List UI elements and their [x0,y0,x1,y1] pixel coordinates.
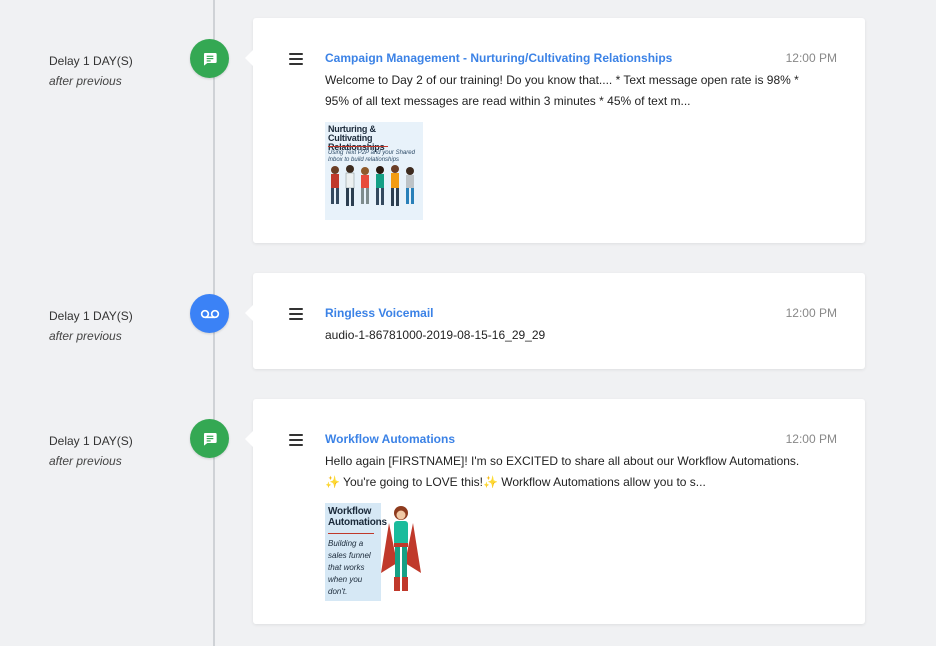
attachment-image-subtitle: Building a sales funnel that works when … [328,539,371,596]
drag-handle-icon[interactable] [289,308,303,320]
message-time: 12:00 PM [785,432,837,446]
message-preview-line: 95% of all text messages are read within… [325,94,691,108]
audio-filename: audio-1-86781000-2019-08-15-16_29_29 [325,328,546,342]
sms-node [190,419,229,458]
chat-bubble-icon [203,432,217,446]
attachment-image[interactable]: Nurturing & Cultivating Relationships Us… [325,122,423,220]
message-time: 12:00 PM [785,51,837,65]
delay-label: Delay 1 DAY(S) [49,434,133,448]
voicemail-card[interactable]: Ringless Voicemail 12:00 PM audio-1-8678… [245,273,865,369]
delay-after-label: after previous [49,454,122,468]
attachment-image-subtitle: Using Text P2P and your Shared Inbox to … [328,150,415,163]
message-time: 12:00 PM [785,306,837,320]
delay-info: Delay 1 DAY(S) after previous [49,306,133,346]
delay-label: Delay 1 DAY(S) [49,309,133,323]
message-preview: Hello again [FIRSTNAME]! I'm so EXCITED … [325,451,835,493]
delay-info: Delay 1 DAY(S) after previous [49,51,133,91]
message-preview-line: Welcome to Day 2 of our training! Do you… [325,73,799,87]
delay-label: Delay 1 DAY(S) [49,54,133,68]
drag-handle-icon[interactable] [289,53,303,65]
message-card[interactable]: Workflow Automations 12:00 PM Hello agai… [245,399,865,624]
people-illustration [331,165,414,206]
delay-info: Delay 1 DAY(S) after previous [49,431,133,471]
message-title[interactable]: Campaign Management - Nurturing/Cultivat… [325,51,672,65]
message-preview-line: ✨ You're going to LOVE this!✨ Workflow A… [325,475,706,489]
message-title[interactable]: Ringless Voicemail [325,306,434,320]
voicemail-icon [200,309,219,318]
delay-after-label: after previous [49,74,122,88]
chat-bubble-icon [203,52,217,66]
attachment-image-title: Workflow Automations [328,506,387,528]
attachment-image-title: Nurturing & Cultivating Relationships [328,124,385,152]
message-title[interactable]: Workflow Automations [325,432,455,446]
voicemail-node [190,294,229,333]
attachment-image[interactable]: Workflow Automations Building a sales fu… [325,503,423,601]
delay-after-label: after previous [49,329,122,343]
superhero-illustration [381,506,421,591]
message-preview: Welcome to Day 2 of our training! Do you… [325,70,835,112]
drag-handle-icon[interactable] [289,434,303,446]
message-card[interactable]: Campaign Management - Nurturing/Cultivat… [245,18,865,243]
message-preview-line: Hello again [FIRSTNAME]! I'm so EXCITED … [325,454,800,468]
sms-node [190,39,229,78]
message-preview: audio-1-86781000-2019-08-15-16_29_29 [325,325,835,346]
